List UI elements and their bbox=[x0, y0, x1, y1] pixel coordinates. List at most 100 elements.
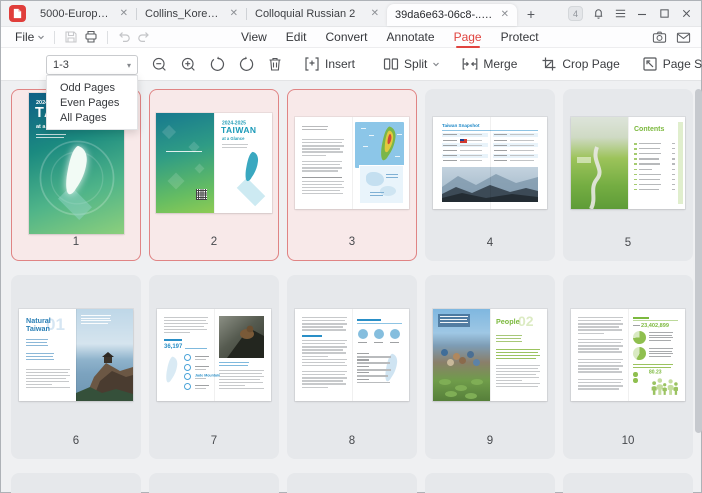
tab-close-icon[interactable]: ✕ bbox=[230, 9, 238, 19]
page-thumbnail[interactable]: Taiwan Snapshot bbox=[433, 117, 547, 209]
tab-2[interactable]: Collins_Korean...ds_and_phrases✕ bbox=[137, 1, 246, 26]
toc-entry bbox=[639, 189, 659, 190]
page-range-combobox[interactable]: 1-3 ▾ bbox=[46, 55, 138, 75]
dropdown-item-even-pages[interactable]: Even Pages bbox=[47, 95, 137, 110]
tab-strip: 5000-European...-Portuguese *✕Collins_Ko… bbox=[32, 1, 517, 26]
tab-close-icon[interactable]: ✕ bbox=[120, 9, 128, 19]
menu-convert[interactable]: Convert bbox=[325, 30, 367, 44]
page-cell-3[interactable]: 3 bbox=[287, 89, 417, 261]
text-line bbox=[302, 181, 344, 182]
page-cell-10[interactable]: 23,402,89980.2310 bbox=[563, 275, 693, 459]
tab-4[interactable]: 39da6e63-06c8-...a-ff58f36aa7ad✕ bbox=[387, 4, 517, 26]
page-cell-5[interactable]: Contents5 bbox=[563, 89, 693, 261]
main-menu-icon[interactable] bbox=[609, 3, 631, 25]
chevron-down-icon bbox=[37, 33, 45, 41]
page-thumbnail[interactable]: 23,402,89980.23 bbox=[571, 309, 685, 401]
page-size-button[interactable]: Page Size bbox=[635, 52, 702, 76]
text-line bbox=[219, 370, 264, 371]
delete-page-button[interactable] bbox=[263, 52, 287, 76]
menu-annotate[interactable]: Annotate bbox=[387, 30, 435, 44]
table-label bbox=[443, 140, 457, 141]
crowd-blob bbox=[447, 359, 454, 366]
page-cell-7[interactable]: 36,197Jade Mountain7 bbox=[149, 275, 279, 459]
building bbox=[577, 157, 591, 163]
text-line bbox=[166, 151, 202, 152]
text-line bbox=[496, 368, 538, 369]
page-number: 3 bbox=[349, 236, 355, 260]
merge-button[interactable]: Merge bbox=[455, 52, 524, 76]
save-icon[interactable] bbox=[64, 30, 78, 44]
toc-entry bbox=[639, 174, 661, 175]
menu-page[interactable]: Page bbox=[454, 30, 482, 44]
tab-1[interactable]: 5000-European...-Portuguese *✕ bbox=[32, 1, 136, 26]
page-thumbnail[interactable]: 2024-2025TAIWANat a Glance bbox=[156, 113, 272, 213]
print-icon[interactable] bbox=[84, 30, 98, 44]
photo-people bbox=[433, 309, 490, 401]
toc-page bbox=[672, 179, 675, 180]
update-badge[interactable]: 4 bbox=[568, 6, 583, 21]
undo-icon[interactable] bbox=[117, 30, 131, 44]
snapshot-camera-icon[interactable] bbox=[652, 30, 667, 45]
page-thumbnail[interactable]: 36,197Jade Mountain bbox=[157, 309, 271, 401]
menu-protect[interactable]: Protect bbox=[501, 30, 539, 44]
text-line bbox=[370, 192, 384, 193]
pdf-editor-window: 5000-European...-Portuguese *✕Collins_Ko… bbox=[0, 0, 702, 493]
chevron-down-icon: ▾ bbox=[127, 61, 131, 70]
text-line bbox=[386, 177, 398, 178]
table-value bbox=[510, 150, 534, 151]
feedback-mail-icon[interactable] bbox=[676, 30, 691, 45]
rotate-left-button[interactable] bbox=[205, 52, 229, 76]
split-button[interactable]: Split bbox=[376, 52, 447, 76]
file-menu[interactable]: File bbox=[15, 30, 45, 44]
insert-page-button[interactable]: Insert bbox=[297, 52, 362, 76]
toc-entry bbox=[639, 169, 652, 170]
text-line bbox=[26, 369, 70, 370]
page-cell-8[interactable]: 8 bbox=[287, 275, 417, 459]
page-cell-2[interactable]: 2024-2025TAIWANat a Glance 2 bbox=[149, 89, 279, 261]
page-cell-loading bbox=[425, 473, 555, 493]
toc-num bbox=[634, 189, 637, 191]
text-line bbox=[302, 365, 347, 366]
minimize-button[interactable] bbox=[631, 3, 653, 25]
page-thumbnail[interactable]: Contents bbox=[571, 117, 685, 209]
maximize-button[interactable] bbox=[653, 3, 675, 25]
app-logo-icon[interactable] bbox=[9, 5, 26, 22]
page-number: 2 bbox=[211, 236, 217, 260]
menu-edit[interactable]: Edit bbox=[286, 30, 307, 44]
text-line bbox=[302, 371, 347, 372]
tab-3[interactable]: Colloquial Russian 2✕ bbox=[247, 1, 387, 26]
text-line bbox=[26, 375, 70, 376]
text-line bbox=[440, 322, 468, 323]
text-line bbox=[302, 161, 342, 162]
tab-close-icon[interactable]: ✕ bbox=[371, 9, 379, 19]
dropdown-item-odd-pages[interactable]: Odd Pages bbox=[47, 80, 137, 95]
rotate-right-button[interactable] bbox=[234, 52, 258, 76]
page-cell-4[interactable]: Taiwan Snapshot4 bbox=[425, 89, 555, 261]
rule bbox=[357, 323, 402, 324]
dropdown-item-all-pages[interactable]: All Pages bbox=[47, 110, 137, 125]
page-number: 6 bbox=[73, 435, 79, 459]
photo-coast bbox=[76, 309, 133, 401]
page-range-dropdown: Odd PagesEven PagesAll Pages bbox=[46, 75, 138, 130]
zoom-in-button[interactable] bbox=[176, 52, 200, 76]
text-line bbox=[496, 374, 536, 375]
page-thumbnail[interactable]: 01NaturalTaiwan bbox=[19, 309, 133, 401]
vertical-scrollbar[interactable] bbox=[695, 89, 702, 433]
crop-page-button[interactable]: Crop Page bbox=[534, 52, 626, 76]
thumb-text: Natural bbox=[26, 318, 51, 325]
tab-close-icon[interactable]: ✕ bbox=[501, 10, 509, 20]
menu-view[interactable]: View bbox=[241, 30, 267, 44]
page-thumbnail[interactable] bbox=[295, 117, 409, 209]
zoom-out-button[interactable] bbox=[147, 52, 171, 76]
text-line bbox=[578, 320, 621, 321]
thumb-graphic bbox=[219, 316, 264, 358]
new-tab-button[interactable]: + bbox=[521, 1, 541, 26]
close-window-button[interactable] bbox=[675, 3, 697, 25]
redo-icon[interactable] bbox=[137, 30, 151, 44]
page-cell-9[interactable]: 02People9 bbox=[425, 275, 555, 459]
page-thumbnail[interactable] bbox=[295, 309, 409, 401]
page-cell-6[interactable]: 01NaturalTaiwan 6 bbox=[11, 275, 141, 459]
table-label bbox=[494, 150, 507, 151]
page-thumbnail[interactable]: 02People bbox=[433, 309, 547, 401]
notifications-bell-icon[interactable] bbox=[587, 3, 609, 25]
